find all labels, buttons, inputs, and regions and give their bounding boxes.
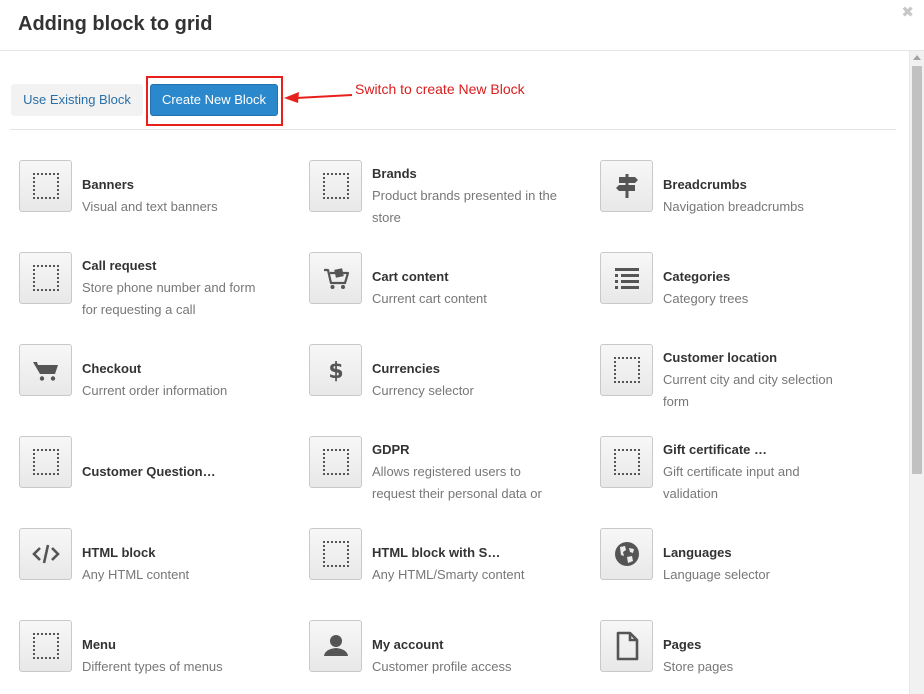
block-description: Current order information xyxy=(82,383,228,398)
signpost-icon[interactable] xyxy=(600,160,653,212)
annotation-arrow-icon xyxy=(284,92,353,103)
dollar-icon[interactable]: $ xyxy=(309,344,362,396)
block-description: Current cart content xyxy=(372,291,487,306)
block-description: Product brands presented in the store xyxy=(372,188,558,225)
block-description: Any HTML content xyxy=(82,567,190,582)
block-description: Different types of menus xyxy=(82,659,223,674)
block-description: Current city and city selection form xyxy=(663,372,833,409)
dotted-square-icon[interactable] xyxy=(19,160,72,212)
block-description: Allows registered users to request their… xyxy=(372,464,542,501)
block-item[interactable]: Customer Question… xyxy=(19,436,299,516)
cart-full-icon[interactable] xyxy=(309,252,362,304)
block-title: Brands xyxy=(372,166,417,181)
dotted-square-icon[interactable] xyxy=(19,436,72,488)
close-icon[interactable]: ✖ xyxy=(901,5,914,20)
block-description: Navigation breadcrumbs xyxy=(663,199,804,214)
scrollbar[interactable] xyxy=(909,51,924,694)
block-title: Checkout xyxy=(82,361,142,376)
cart-icon[interactable] xyxy=(19,344,72,396)
block-title: Pages xyxy=(663,637,702,652)
dotted-square-icon[interactable] xyxy=(309,436,362,488)
block-title: GDPR xyxy=(372,442,410,457)
dotted-square-icon[interactable] xyxy=(600,436,653,488)
block-item[interactable]: Brands Product brands presented in the st… xyxy=(309,160,589,240)
block-item[interactable]: Cart content Current cart content xyxy=(309,252,589,332)
block-description: Currency selector xyxy=(372,383,474,398)
modal-header: Adding block to grid ✖ xyxy=(0,0,924,51)
dotted-square-icon[interactable] xyxy=(19,252,72,304)
block-description: Category trees xyxy=(663,291,749,306)
list-icon[interactable] xyxy=(600,252,653,304)
block-item[interactable]: Banners Visual and text banners xyxy=(19,160,299,240)
create-new-block-tab[interactable]: Create New Block xyxy=(150,84,278,116)
block-item[interactable]: HTML block Any HTML content xyxy=(19,528,299,608)
block-item[interactable]: Menu Different types of menus xyxy=(19,620,299,694)
globe-icon[interactable] xyxy=(600,528,653,580)
block-grid: Banners Visual and text banners Brands Prod… xyxy=(0,130,909,694)
block-item[interactable]: Call request Store phone number and form … xyxy=(19,252,299,332)
block-title: HTML block xyxy=(82,545,156,560)
block-description: Language selector xyxy=(663,567,770,582)
block-description: Visual and text banners xyxy=(82,199,218,214)
block-title: My account xyxy=(372,637,444,652)
dotted-square-icon[interactable] xyxy=(309,160,362,212)
block-title: Categories xyxy=(663,269,731,284)
block-description: Customer profile access xyxy=(372,659,512,674)
block-item[interactable]: HTML block with S… Any HTML/Smarty conten… xyxy=(309,528,589,608)
block-title: Gift certificate … xyxy=(663,442,768,457)
block-item[interactable]: Pages Store pages xyxy=(600,620,880,694)
block-title: Breadcrumbs xyxy=(663,177,747,192)
block-item[interactable]: Checkout Current order information xyxy=(19,344,299,424)
block-title: Customer location xyxy=(663,350,778,365)
block-title: Menu xyxy=(82,637,116,652)
scroll-up-arrow-icon[interactable] xyxy=(913,55,921,60)
dotted-square-icon[interactable] xyxy=(600,344,653,396)
block-title: Customer Question… xyxy=(82,464,216,479)
block-title: Languages xyxy=(663,545,732,560)
block-title: Currencies xyxy=(372,361,440,376)
block-item[interactable]: My account Customer profile access xyxy=(309,620,589,694)
dotted-square-icon[interactable] xyxy=(19,620,72,672)
block-item[interactable]: Customer location Current city and city s… xyxy=(600,344,880,424)
block-description: Store pages xyxy=(663,659,734,674)
block-title: HTML block with S… xyxy=(372,545,501,560)
block-item[interactable]: $ Currencies Currency selector xyxy=(309,344,589,424)
use-existing-block-tab[interactable]: Use Existing Block xyxy=(11,84,143,116)
block-description: Gift certificate input and validation xyxy=(663,464,800,501)
block-item[interactable]: GDPR Allows registered users to request t… xyxy=(309,436,589,516)
code-icon[interactable] xyxy=(19,528,72,580)
annotation-text: Switch to create New Block xyxy=(355,81,525,97)
block-title: Banners xyxy=(82,177,135,192)
scroll-thumb[interactable] xyxy=(912,66,922,474)
block-description: Store phone number and form for requesti… xyxy=(82,280,256,317)
block-description: Any HTML/Smarty content xyxy=(372,567,525,582)
block-title: Cart content xyxy=(372,269,449,284)
dotted-square-icon[interactable] xyxy=(309,528,362,580)
block-item[interactable]: Gift certificate … Gift certificate input… xyxy=(600,436,880,516)
svg-text:$: $ xyxy=(328,359,343,384)
block-item[interactable]: Categories Category trees xyxy=(600,252,880,332)
block-title: Call request xyxy=(82,258,157,273)
modal-title: Adding block to grid xyxy=(18,13,213,35)
block-item[interactable]: Breadcrumbs Navigation breadcrumbs xyxy=(600,160,880,240)
page-icon[interactable] xyxy=(600,620,653,672)
user-icon[interactable] xyxy=(309,620,362,672)
block-item[interactable]: Languages Language selector xyxy=(600,528,880,608)
